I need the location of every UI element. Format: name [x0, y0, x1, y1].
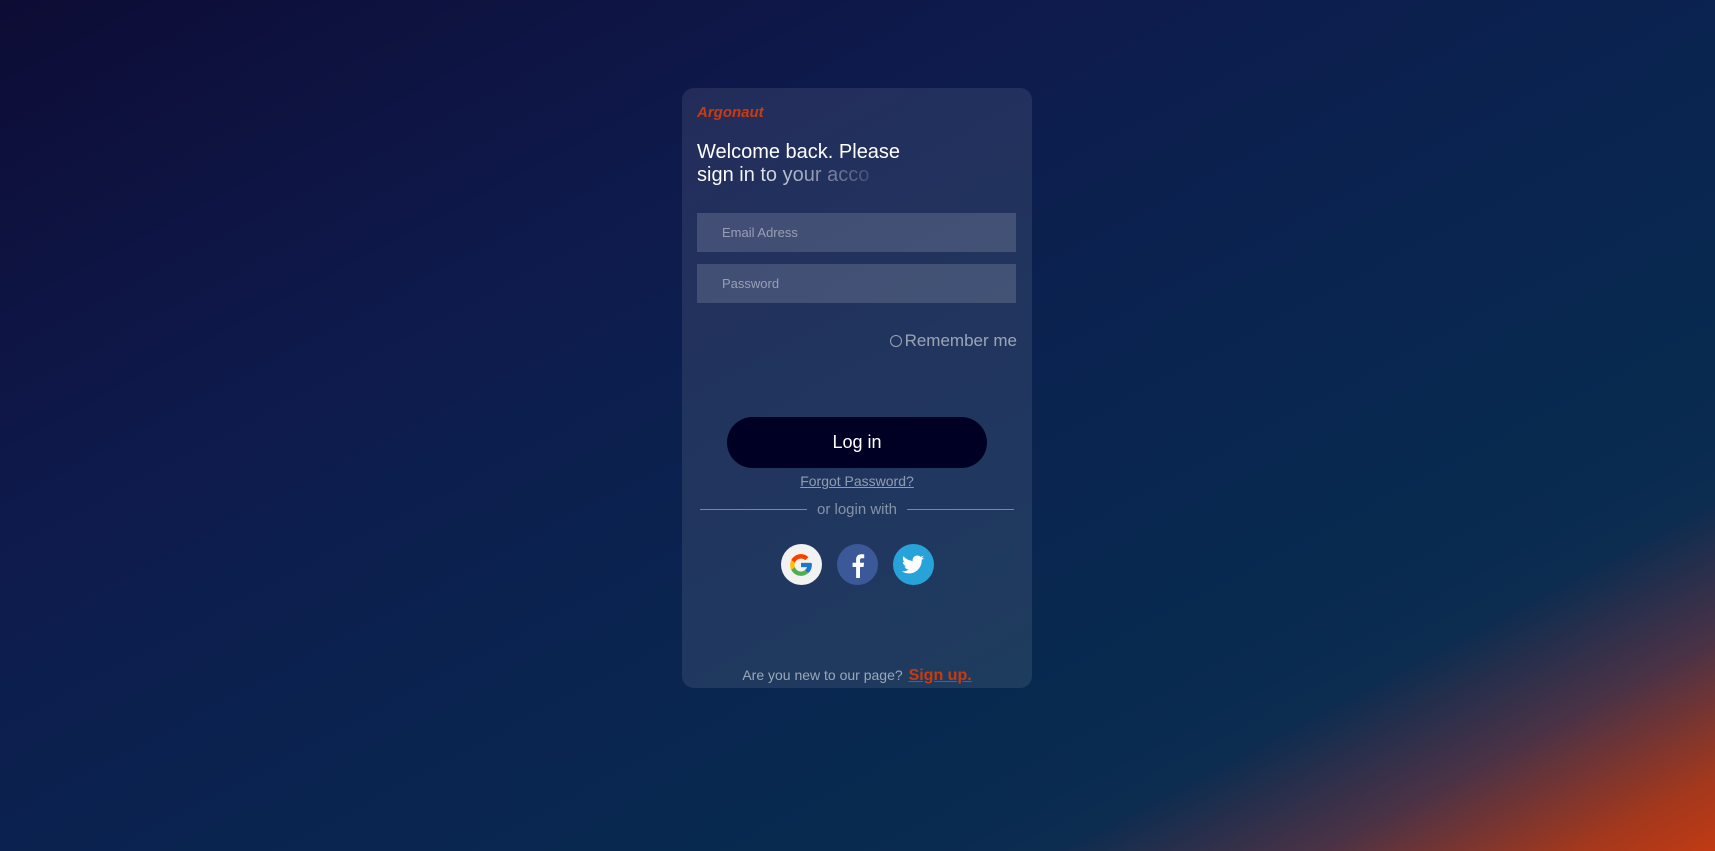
signup-link[interactable]: Sign up.: [909, 667, 972, 684]
facebook-login-button[interactable]: [836, 544, 878, 585]
remember-label: Remember me: [904, 331, 1017, 350]
facebook-icon: [852, 553, 865, 578]
forgot-password-link[interactable]: Forgot Password?: [800, 473, 914, 489]
title-line-1: Welcome back. Please: [697, 141, 901, 163]
google-icon: [790, 553, 812, 576]
twitter-icon: [902, 555, 924, 573]
page-title: Welcome back. Please sign in to your acc…: [697, 141, 917, 187]
twitter-login-button[interactable]: [892, 544, 934, 585]
brand-logo: Argonaut: [697, 104, 764, 121]
forgot-password-container: Forgot Password?: [682, 473, 1032, 489]
signup-prompt: Are you new to our page? Sign up.: [682, 667, 1032, 685]
remember-radio[interactable]: [889, 335, 902, 347]
login-button[interactable]: Log in: [727, 417, 987, 468]
social-login-group: [682, 544, 1032, 585]
divider-line-left: [700, 509, 807, 510]
google-login-button[interactable]: [780, 544, 822, 585]
divider: or login with: [700, 501, 1015, 518]
password-field[interactable]: [697, 264, 1016, 303]
divider-label: or login with: [816, 501, 898, 518]
divider-line-right: [907, 509, 1015, 510]
title-line-2: sign in to your acco: [697, 164, 870, 186]
signup-text: Are you new to our page?: [742, 667, 903, 683]
email-field[interactable]: [697, 213, 1016, 252]
remember-me-toggle[interactable]: Remember me: [889, 331, 1017, 351]
login-card: Argonaut Welcome back. Please sign in to…: [682, 88, 1032, 688]
